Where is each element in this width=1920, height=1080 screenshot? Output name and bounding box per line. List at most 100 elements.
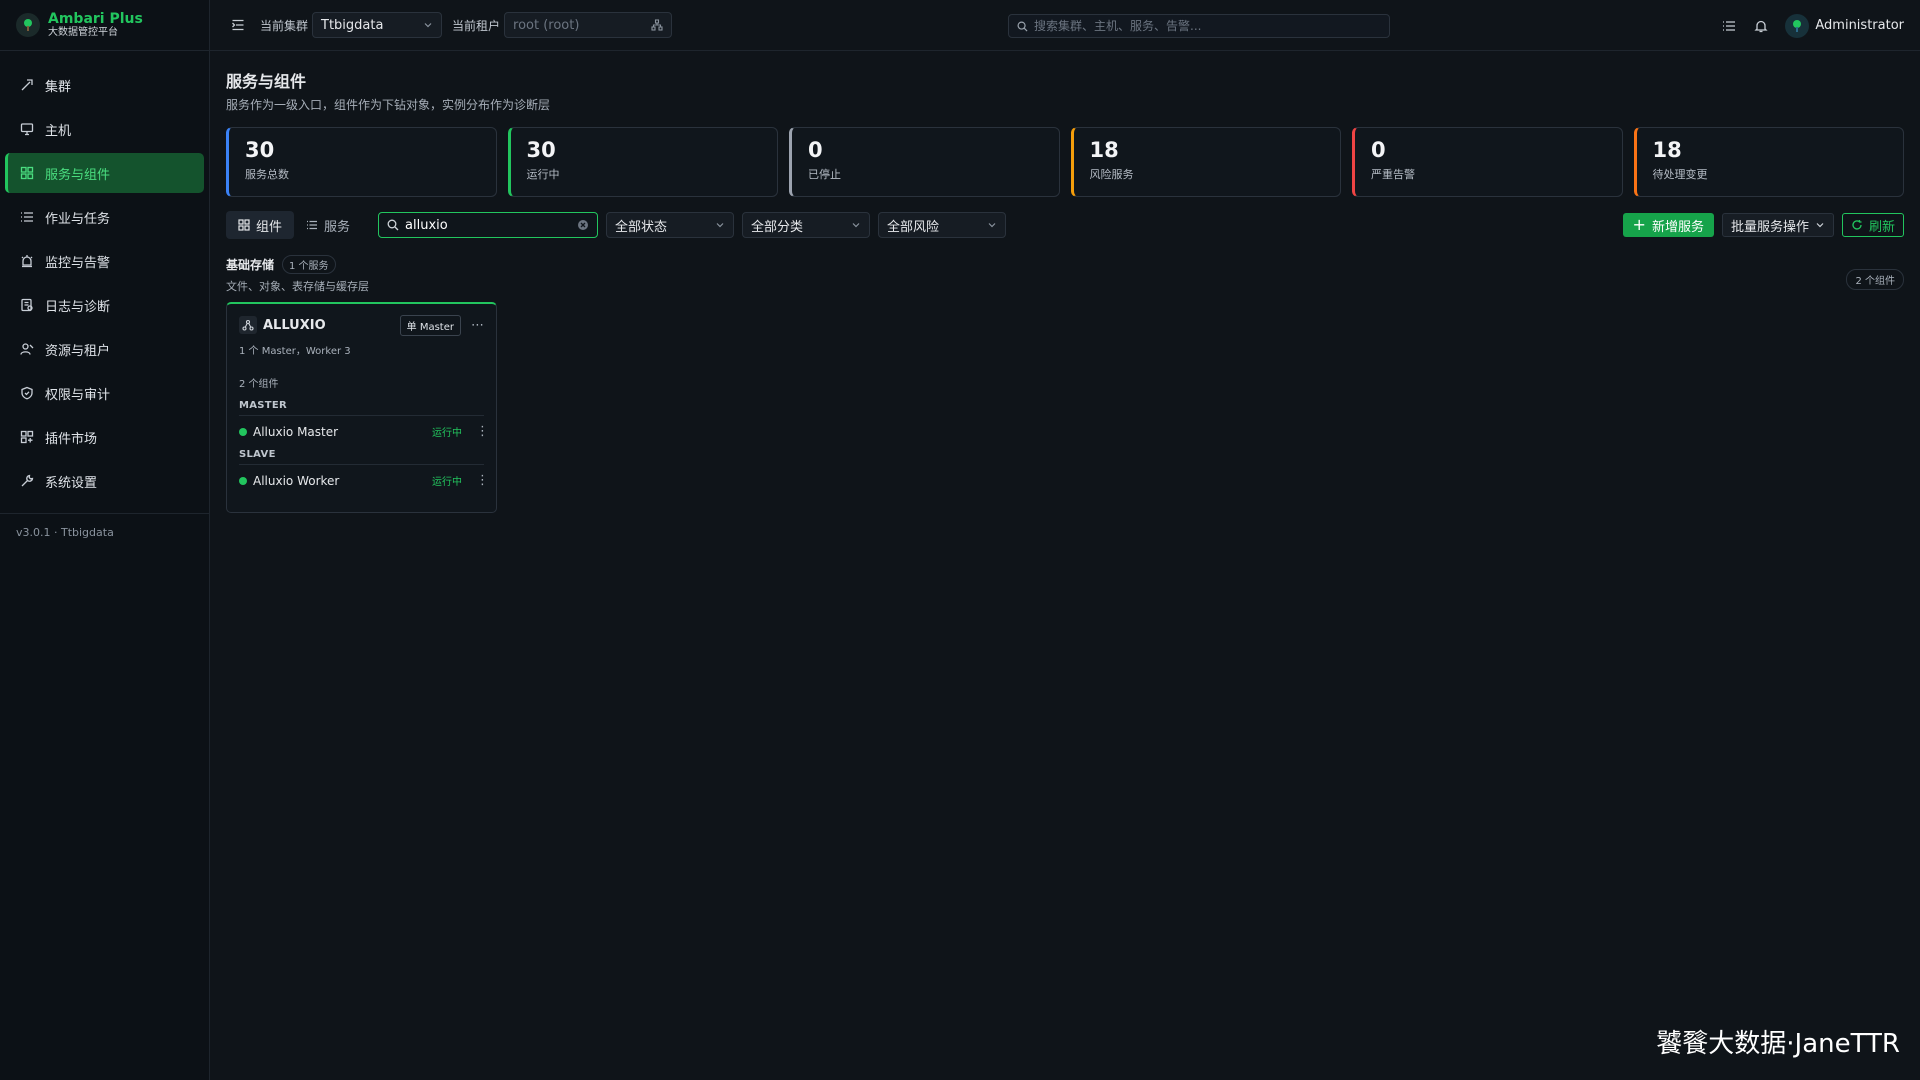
watermark: 饕餮大数据·JaneTTR [1656,1029,1900,1059]
batch-operations-label: 批量服务操作 [1730,219,1809,235]
view-components-tab[interactable]: 组件 [226,211,295,239]
stat-label: 已停止 [808,168,841,181]
brand[interactable]: Ambari Plus 大数据管控平台 [0,0,209,51]
sidebar-item-label: 资源与租户 [45,343,111,359]
more-vertical-icon[interactable]: ⋮ [476,473,489,488]
stat-label: 运行中 [526,168,560,181]
users-icon [19,341,35,357]
global-search-input[interactable] [1034,19,1389,33]
risk-filter[interactable]: 全部风险 [878,212,1007,238]
stat-card-pending[interactable]: 18 待处理变更 [1633,127,1904,197]
collapse-menu-icon[interactable] [228,15,248,35]
stat-value: 30 [526,138,556,162]
sidebar-item-resources[interactable]: 资源与租户 [5,329,204,369]
main-content: 服务与组件 服务作为一级入口，组件作为下钻对象，实例分布作为诊断层 30 服务总… [226,52,1904,513]
stat-value: 0 [1371,138,1386,162]
log-icon [19,297,35,313]
page-title: 服务与组件 [226,72,307,91]
chevron-down-icon [423,20,433,30]
batch-operations-button[interactable]: 批量服务操作 [1721,213,1834,237]
sidebar-item-settings[interactable]: 系统设置 [5,461,204,501]
master-mode-badge: 单 Master [399,314,461,336]
refresh-button[interactable]: 刷新 [1841,213,1904,237]
service-name[interactable]: ALLUXIO [263,318,400,333]
sidebar-item-label: 日志与诊断 [45,299,111,315]
component-name[interactable]: Alluxio Worker [253,474,432,488]
bell-icon[interactable] [1751,16,1771,36]
version-label: v3.0.1 · Ttbigdata [16,526,114,539]
component-search[interactable] [378,212,599,238]
add-service-button[interactable]: + 新增服务 [1622,213,1714,237]
view-services-tab[interactable]: 服务 [294,211,362,239]
list-icon [306,219,318,231]
component-row-alluxio-worker[interactable]: Alluxio Worker 运行中 ⋮ [239,464,489,488]
group-subtitle: 文件、对象、表存储与缓存层 [226,280,369,293]
group-component-count: 2 个组件 [1846,269,1904,290]
sidebar-item-jobs[interactable]: 作业与任务 [5,197,204,237]
component-row-alluxio-master[interactable]: Alluxio Master 运行中 ⋮ [239,415,489,439]
sidebar-item-plugins[interactable]: 插件市场 [5,417,204,457]
avatar[interactable] [1785,13,1810,38]
stat-card-critical[interactable]: 0 严重告警 [1352,127,1623,197]
chevron-down-icon [715,220,725,230]
more-vertical-icon[interactable]: ⋮ [476,424,489,439]
sidebar-item-label: 集群 [45,79,72,95]
clear-icon[interactable] [577,219,589,231]
risk-filter-value: 全部风险 [887,219,940,235]
refresh-label: 刷新 [1868,219,1895,235]
page-subtitle: 服务作为一级入口，组件作为下钻对象，实例分布作为诊断层 [226,98,551,112]
status-filter[interactable]: 全部状态 [606,212,735,238]
component-search-input[interactable] [405,217,578,233]
sidebar-item-cluster[interactable]: 集群 [5,65,204,105]
wrench-icon [19,473,35,489]
group-service-count: 1 个服务 [282,255,336,274]
status-dot [239,427,247,436]
tenant-tree-icon [651,19,663,31]
cluster-select[interactable]: Ttbigdata [312,12,443,38]
stat-label: 待处理变更 [1652,168,1708,181]
more-horizontal-icon[interactable]: ⋯ [471,318,484,333]
service-node-icon [239,316,257,334]
sidebar-item-label: 系统设置 [45,475,98,491]
stat-value: 18 [1089,138,1119,162]
refresh-icon [1851,219,1863,231]
stat-card-running[interactable]: 30 运行中 [507,127,778,197]
chevron-down-icon [851,220,861,230]
stat-card-risk[interactable]: 18 风险服务 [1070,127,1341,197]
sidebar-item-logs[interactable]: 日志与诊断 [5,285,204,325]
sidebar-item-monitoring[interactable]: 监控与告警 [5,241,204,281]
global-search[interactable] [1008,14,1390,38]
view-components-label: 组件 [256,219,283,235]
topbar: 当前集群 Ttbigdata 当前租户 root (root) Administ… [210,0,1920,51]
category-filter[interactable]: 全部分类 [742,212,871,238]
stats-row: 30 服务总数 30 运行中 0 已停止 18 风险服务 0 严重告警 18 待… [226,127,1904,197]
grid-icon [238,219,250,231]
role-label-slave: SLAVE [239,449,276,460]
username[interactable]: Administrator [1815,18,1904,33]
component-name[interactable]: Alluxio Master [253,425,432,439]
stat-value: 30 [245,138,275,162]
tenant-select[interactable]: root (root) [504,12,673,38]
stat-label: 服务总数 [245,168,289,181]
task-list-icon[interactable] [1719,16,1739,36]
stat-card-total[interactable]: 30 服务总数 [226,127,497,197]
sidebar-item-label: 权限与审计 [45,387,111,403]
sidebar-item-label: 服务与组件 [45,167,111,183]
cluster-select-value: Ttbigdata [321,17,384,33]
sidebar-item-services[interactable]: 服务与组件 [5,153,204,193]
cluster-label: 当前集群 [260,18,309,33]
stat-card-stopped[interactable]: 0 已停止 [789,127,1060,197]
stat-value: 18 [1652,138,1682,162]
search-icon [1017,21,1028,32]
service-topology: 1 个 Master，Worker 3 [239,346,351,357]
monitor-icon [19,121,35,137]
sidebar-item-label: 主机 [45,123,72,139]
sidebar-item-hosts[interactable]: 主机 [5,109,204,149]
view-toggle: 组件 服务 [226,211,362,239]
service-component-count: 2 个组件 [239,379,279,390]
sidebar: Ambari Plus 大数据管控平台 集群 主机 服务与组件 作业与任务 监控… [0,0,210,1080]
sidebar-item-audit[interactable]: 权限与审计 [5,373,204,413]
service-card-alluxio[interactable]: ALLUXIO 单 Master ⋯ 1 个 Master，Worker 3 2… [226,302,497,513]
rocket-icon [19,77,35,93]
component-status: 运行中 [432,428,462,439]
